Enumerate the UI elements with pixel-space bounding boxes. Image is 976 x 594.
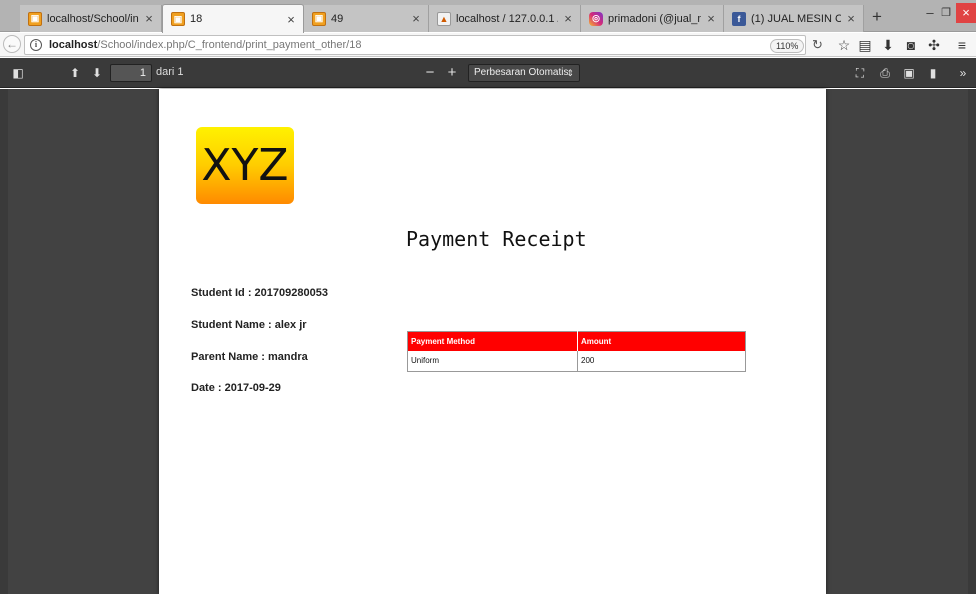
download-icon[interactable]: ⬇ [879,36,897,54]
pocket-icon[interactable]: ◙ [902,36,920,54]
school-favicon-icon: ▣ [171,12,185,26]
school-favicon-icon: ▣ [28,11,42,26]
menu-icon[interactable]: ≡ [953,36,971,54]
tab-label: 49 [331,12,344,25]
tab-49[interactable]: ▣ 49 × [304,5,429,32]
pdf-toolbar: ◧ ⬆ ⬇ 1 dari 1 − + Perbesaran Otomatis ⇕… [0,58,976,88]
tab-label: (1) JUAL MESIN Copotan [751,12,841,25]
extension-icon[interactable]: ✣ [925,36,943,54]
back-button[interactable]: ← [3,35,21,53]
school-logo: XYZ [196,127,294,204]
presentation-mode-icon[interactable]: ⛶ [851,64,869,82]
save-icon[interactable]: ▣ [900,64,918,82]
address-bar[interactable]: i localhost/School/index.php/C_frontend/… [24,35,823,55]
student-name: Student Name : alex jr [191,319,307,331]
tab-label: primadoni (@jual_mesin [608,12,701,25]
facebook-favicon-icon: f [732,11,746,26]
reload-icon[interactable]: ↻ [812,37,823,53]
bookmark-star-icon[interactable]: ☆ [835,36,853,54]
tab-label: localhost / 127.0.0.1 / sch [456,12,558,25]
tab-strip: ▣ localhost/School/index.p × ▣ 18 × ▣ 49… [0,0,976,33]
amount-cell: 200 [577,350,746,372]
zoom-select-value: Perbesaran Otomatis [474,67,569,78]
table-header-row: Payment Method Amount [407,331,746,351]
tab-receipt-18[interactable]: ▣ 18 × [162,4,304,33]
zoom-level-badge[interactable]: 110% [770,39,805,53]
sidebar-toggle-icon[interactable]: ◧ [9,64,27,82]
phpmyadmin-favicon-icon: ▲ [437,11,451,26]
tab-close-icon[interactable]: × [705,11,717,26]
instagram-favicon-icon: ◎ [589,11,603,26]
tab-close-icon[interactable]: × [410,11,422,26]
column-header-payment-method: Payment Method [407,331,578,351]
tab-close-icon[interactable]: × [143,11,155,26]
chevron-updown-icon: ⇕ [566,68,574,78]
student-id: Student Id : 201709280053 [191,287,328,299]
tab-instagram[interactable]: ◎ primadoni (@jual_mesin × [581,5,724,32]
url-path: /School/index.php/C_frontend/print_payme… [97,39,362,51]
zoom-select[interactable]: Perbesaran Otomatis ⇕ [468,64,580,82]
url-text: localhost/School/index.php/C_frontend/pr… [49,39,361,51]
parent-name: Parent Name : mandra [191,351,308,363]
tab-phpmyadmin[interactable]: ▲ localhost / 127.0.0.1 / sch × [429,5,581,32]
receipt-date: Date : 2017-09-29 [191,382,281,394]
clipboard-icon[interactable]: ▤ [856,36,874,54]
close-window-button[interactable]: × [956,3,976,23]
payment-table: Payment Method Amount Uniform 200 [407,331,746,372]
page-number-input[interactable]: 1 [110,64,152,82]
tab-label: localhost/School/index.p [47,12,139,25]
tab-school-index[interactable]: ▣ localhost/School/index.p × [20,5,162,32]
tools-chevron-icon[interactable]: » [954,64,972,82]
table-row: Uniform 200 [407,350,746,372]
logo-text: XYZ [201,140,289,191]
bookmark-icon[interactable]: ▮ [924,64,942,82]
previous-page-icon[interactable]: ⬆ [66,64,84,82]
page-title: Payment Receipt [406,227,587,251]
payment-method-cell: Uniform [407,350,578,372]
info-icon[interactable]: i [30,39,42,51]
column-header-amount: Amount [577,331,746,351]
tab-label: 18 [190,13,203,25]
maximize-button[interactable]: ❐ [938,3,954,23]
minimize-button[interactable]: – [922,3,938,23]
tab-close-icon[interactable]: × [562,11,574,26]
zoom-out-button[interactable]: − [421,64,439,82]
page-count-label: dari 1 [156,66,184,78]
zoom-in-button[interactable]: + [443,64,461,82]
print-icon[interactable]: ⎙ [876,64,894,82]
tab-facebook[interactable]: f (1) JUAL MESIN Copotan × [724,5,864,32]
pdf-page: XYZ Payment Receipt Student Id : 2017092… [159,89,826,594]
arrow-left-icon: ← [6,37,18,51]
browser-window: ▣ localhost/School/index.p × ▣ 18 × ▣ 49… [0,0,976,594]
tab-close-icon[interactable]: × [845,11,857,26]
next-page-icon[interactable]: ⬇ [88,64,106,82]
new-tab-button[interactable]: + [866,6,888,28]
pdf-viewer-area: XYZ Payment Receipt Student Id : 2017092… [0,89,976,594]
url-host: localhost [49,39,98,51]
school-favicon-icon: ▣ [312,11,326,26]
tab-close-icon[interactable]: × [285,12,297,27]
navigation-bar: ← i localhost/School/index.php/C_fronten… [0,33,976,57]
